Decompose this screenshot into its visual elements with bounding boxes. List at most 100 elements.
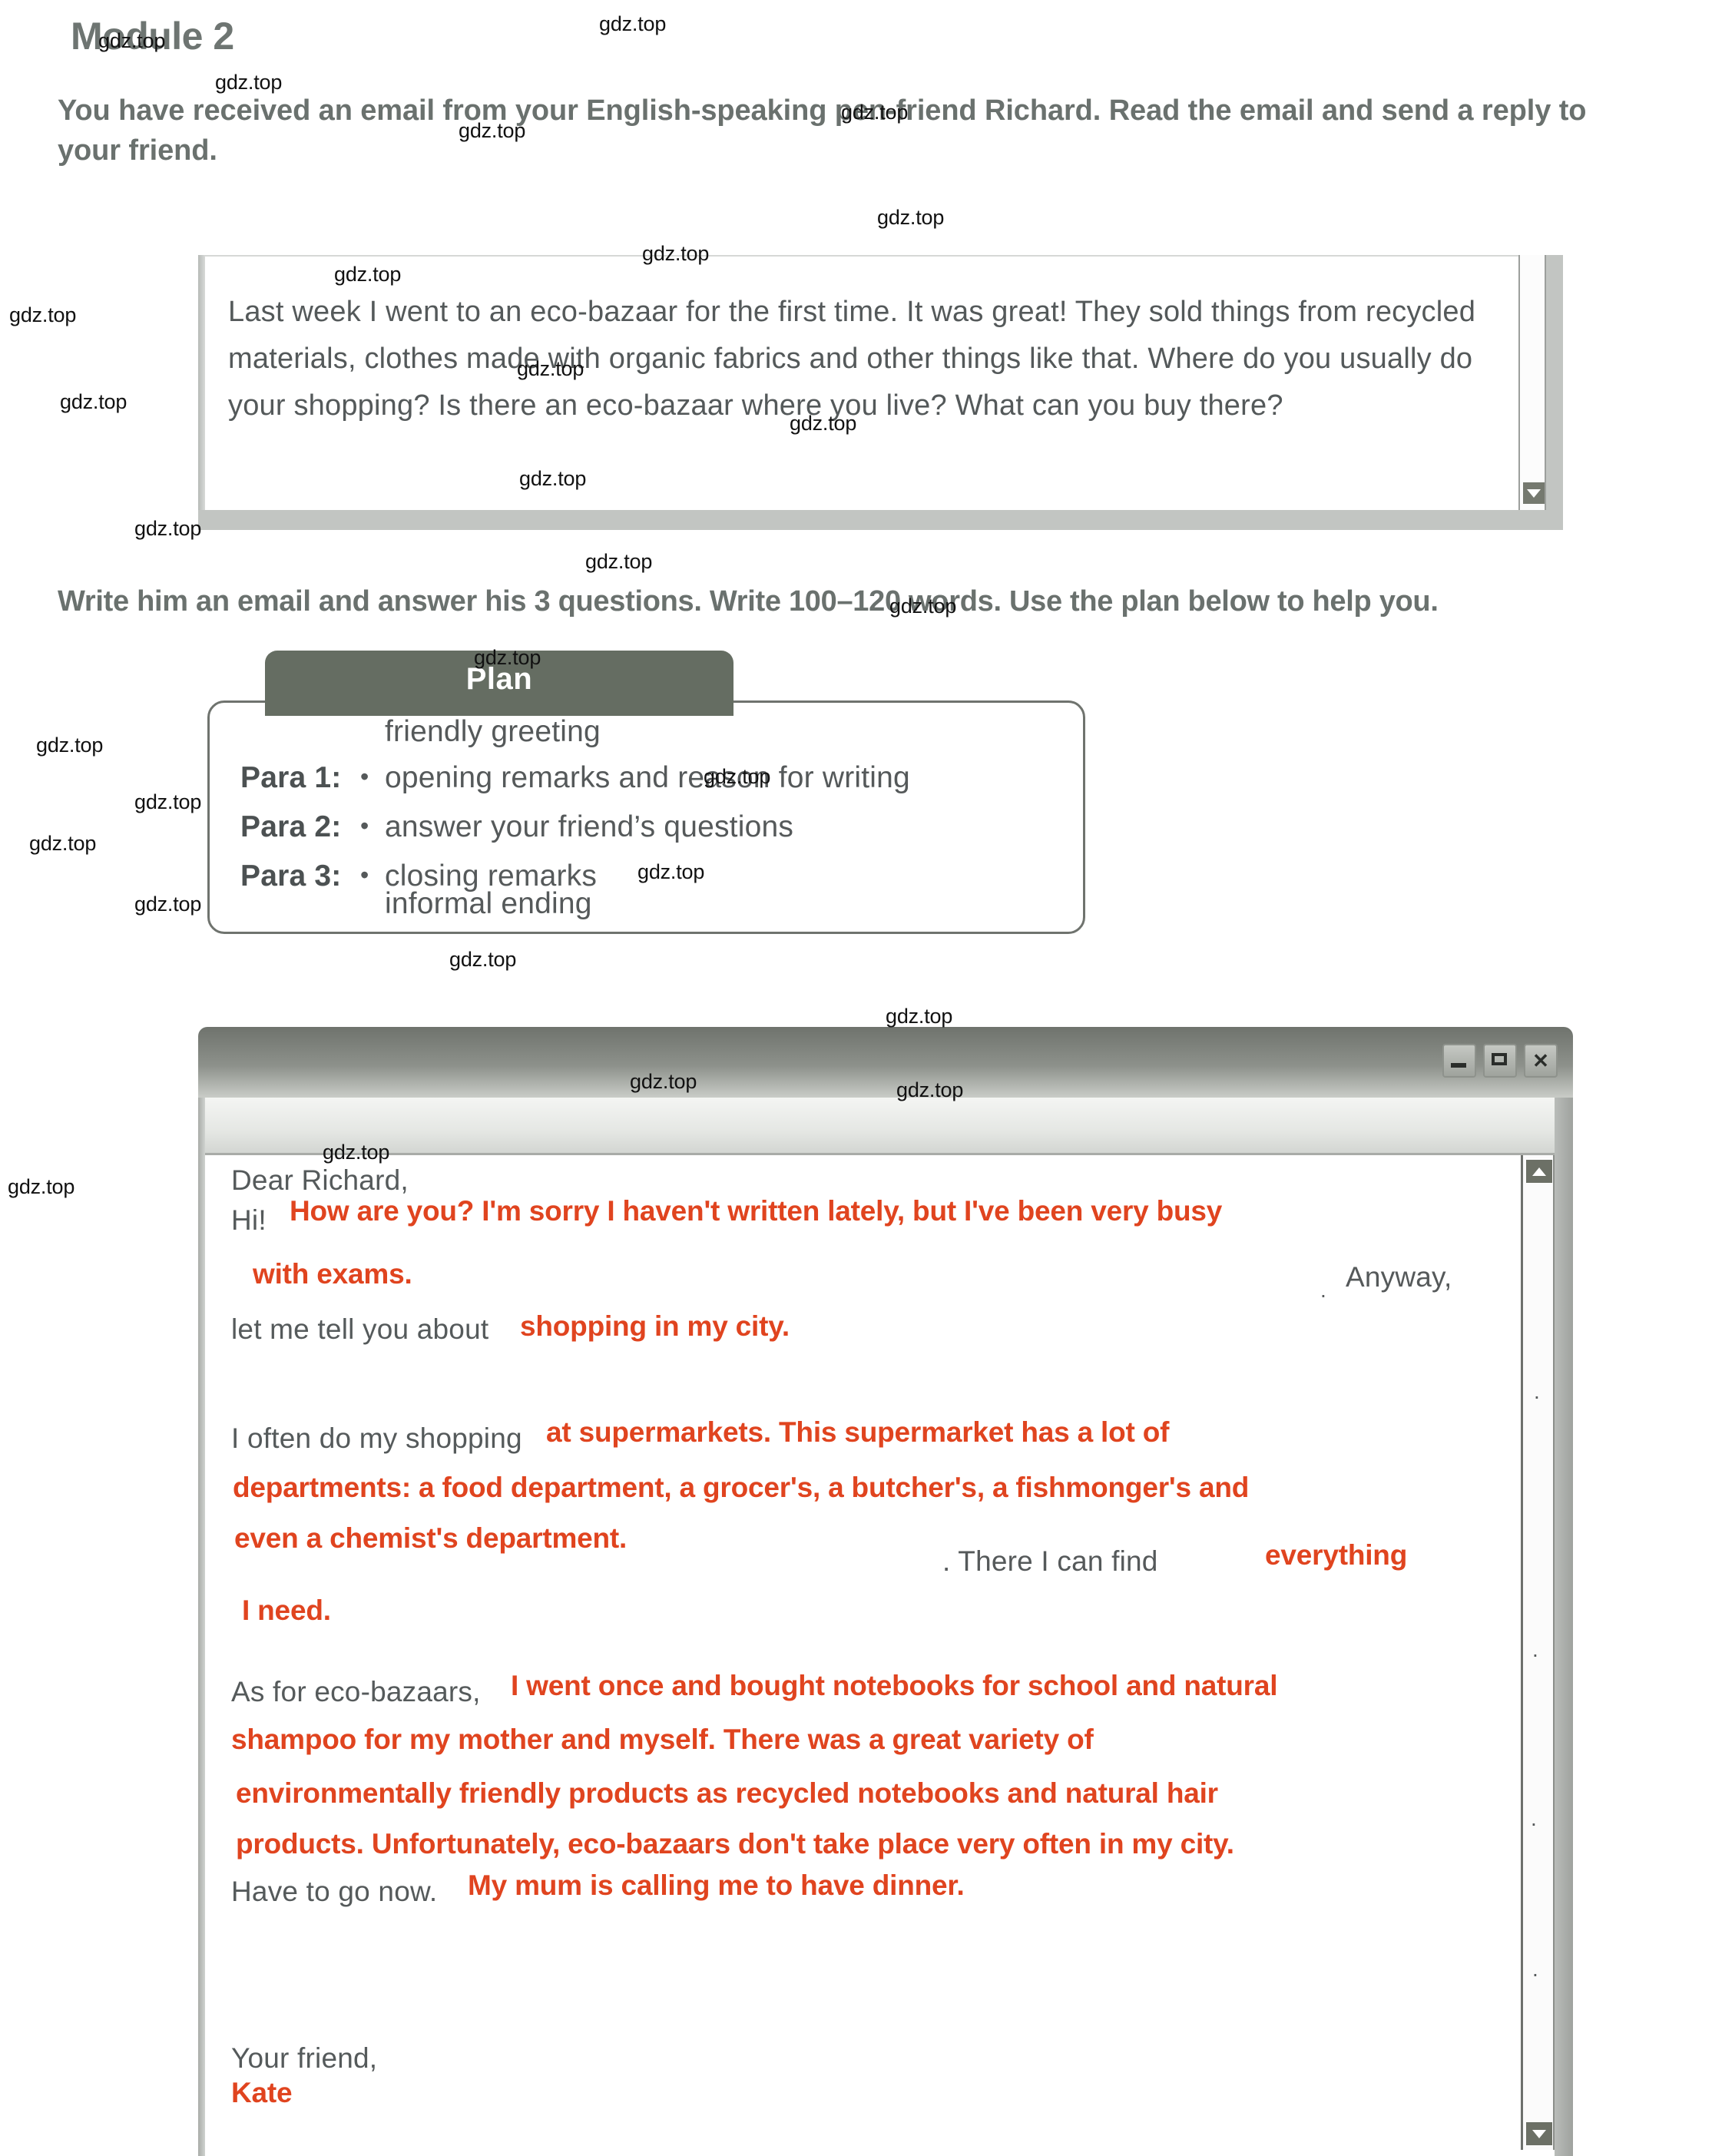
dotted-rule: ........................................… bbox=[231, 1512, 1522, 1518]
signature-text: Kate bbox=[231, 2077, 293, 2108]
greeting-prefix-text: Hi! bbox=[231, 1204, 267, 1236]
watermark: gdz.top bbox=[8, 1175, 75, 1198]
dotted-rule: ........................................… bbox=[538, 1462, 1522, 1469]
watermark: gdz.top bbox=[599, 12, 667, 35]
dotted-rule: ........................................… bbox=[231, 1246, 1522, 1252]
triangle-down-icon bbox=[1527, 488, 1541, 498]
letter-prompt-2: let me tell you about bbox=[231, 1313, 1522, 1360]
watermark: gdz.top bbox=[449, 948, 517, 971]
answer-text-5d: products. Unfortunately, eco-bazaars don… bbox=[236, 1828, 1234, 1860]
dotted-rule: .................................. bbox=[231, 2121, 469, 2128]
triangle-down-icon bbox=[1532, 2129, 1546, 2138]
watermark: gdz.top bbox=[585, 550, 653, 573]
plan-row-text: opening remarks and reason for writing bbox=[385, 761, 910, 794]
write-instruction-text: Write him an email and answer his 3 ques… bbox=[58, 585, 1439, 618]
plan-row-bullet: • bbox=[360, 812, 369, 840]
watermark: gdz.top bbox=[36, 734, 104, 757]
watermark: gdz.top bbox=[9, 303, 77, 326]
close-icon: ✕ bbox=[1532, 1049, 1549, 1072]
minimize-button[interactable] bbox=[1442, 1044, 1476, 1078]
watermark: gdz.top bbox=[517, 357, 584, 380]
letter-closing: Your friend, bbox=[231, 2042, 1522, 2088]
plan-row-label: Para 1: bbox=[240, 761, 342, 794]
watermark: gdz.top bbox=[896, 1078, 964, 1101]
plan-row-text: friendly greeting bbox=[385, 715, 601, 748]
plan-row-text: answer your friend’s questions bbox=[385, 810, 794, 843]
window-frame-left bbox=[198, 1098, 205, 2156]
dotted-rule: ........................................… bbox=[505, 1716, 1518, 1722]
close-button[interactable]: ✕ bbox=[1524, 1044, 1558, 1078]
plan-row-text: informal ending bbox=[385, 887, 592, 920]
received-email-scrollbar[interactable] bbox=[1518, 255, 1546, 510]
window-titlebar: ✕ bbox=[198, 1027, 1573, 1098]
reply-email-window: ✕ Dear Richard, Hi! How are you? I'm sor… bbox=[198, 1027, 1573, 2156]
salutation-text: Dear Richard, bbox=[231, 1164, 409, 1196]
plan-row-label: Para 2: bbox=[240, 810, 342, 843]
reply-email-body[interactable]: Dear Richard, Hi! How are you? I'm sorry… bbox=[205, 1155, 1555, 2156]
scroll-down-button[interactable] bbox=[1523, 482, 1545, 504]
watermark: gdz.top bbox=[704, 765, 771, 788]
window-controls: ✕ bbox=[1442, 1044, 1558, 1078]
watermark: gdz.top bbox=[60, 390, 127, 413]
answer-text-3b: departments: a food department, a grocer… bbox=[233, 1472, 1250, 1503]
answer-text-1b: with exams. bbox=[253, 1258, 412, 1290]
received-email-body: Last week I went to an eco-bazaar for th… bbox=[228, 296, 1476, 422]
period-mark: . bbox=[1320, 1278, 1326, 1302]
window-frame-left bbox=[198, 255, 205, 530]
scroll-up-button[interactable] bbox=[1526, 1160, 1552, 1183]
answer-text-6: My mum is calling me to have dinner. bbox=[468, 1870, 965, 1901]
scroll-down-button[interactable] bbox=[1526, 2122, 1552, 2145]
watermark: gdz.top bbox=[630, 1070, 697, 1093]
maximize-button[interactable] bbox=[1483, 1044, 1517, 1078]
watermark: gdz.top bbox=[98, 29, 166, 52]
watermark: gdz.top bbox=[323, 1141, 390, 1164]
answer-text-4b: I need. bbox=[242, 1595, 331, 1626]
answer-text-5b: shampoo for my mother and myself. There … bbox=[231, 1724, 1094, 1755]
plan-row: Para 2: • answer your friend’s questions bbox=[210, 810, 1083, 858]
dotted-rule: ........................................… bbox=[231, 1395, 1498, 1401]
dotted-rule: ........................................… bbox=[231, 1653, 1498, 1659]
answer-text-3a: at supermarkets. This supermarket has a … bbox=[546, 1416, 1170, 1448]
plan-box: friendly greeting Para 1: • opening rema… bbox=[207, 700, 1085, 934]
answer-text-5a: I went once and bought notebooks for sch… bbox=[511, 1670, 1278, 1701]
triangle-up-icon bbox=[1532, 1167, 1546, 1176]
watermark: gdz.top bbox=[134, 517, 202, 540]
watermark: gdz.top bbox=[334, 263, 402, 286]
dotted-rule: ........................................… bbox=[231, 1613, 949, 1619]
dotted-rule: ........................................… bbox=[460, 1916, 1520, 1922]
plan-row-bullet: • bbox=[360, 763, 369, 790]
watermark: gdz.top bbox=[886, 1005, 953, 1028]
answer-text-5c: environmentally friendly products as rec… bbox=[236, 1777, 1218, 1809]
prompt-6-text: Have to go now. bbox=[231, 1876, 438, 1907]
prompt-5-text: As for eco-bazaars, bbox=[231, 1676, 481, 1707]
window-toolbar[interactable] bbox=[205, 1098, 1555, 1155]
dotted-rule: ........................................… bbox=[231, 1972, 1498, 1979]
watermark: gdz.top bbox=[642, 242, 710, 265]
anyway-text: Anyway, bbox=[1346, 1261, 1452, 1293]
watermark: gdz.top bbox=[134, 790, 202, 813]
plan-row: Para 1: • opening remarks and reason for… bbox=[210, 761, 1083, 809]
prompt-3-text: I often do my shopping bbox=[231, 1422, 522, 1454]
plan-row-bullet: • bbox=[360, 861, 369, 889]
window-frame-right bbox=[1555, 1098, 1573, 2156]
dotted-rule: ........................................… bbox=[231, 1820, 1497, 1826]
watermark: gdz.top bbox=[474, 646, 541, 669]
watermark: gdz.top bbox=[889, 594, 957, 618]
dotted-rule: ........................................… bbox=[512, 1353, 1522, 1360]
maximize-icon bbox=[1492, 1053, 1507, 1065]
watermark: gdz.top bbox=[637, 860, 705, 883]
watermark: gdz.top bbox=[215, 71, 283, 94]
answer-text-3c: even a chemist's department. bbox=[234, 1522, 628, 1554]
watermark: gdz.top bbox=[841, 101, 909, 124]
prompt-2-text: let me tell you about bbox=[231, 1313, 489, 1345]
window-frame-right bbox=[1546, 255, 1563, 530]
watermark: gdz.top bbox=[790, 412, 857, 435]
period-mark: . bbox=[1532, 1638, 1538, 1661]
period-mark: . bbox=[1531, 1807, 1537, 1830]
watermark: gdz.top bbox=[134, 893, 202, 916]
window-frame-bottom bbox=[198, 510, 1563, 530]
closing-text: Your friend, bbox=[231, 2042, 378, 2074]
dotted-rule: ...................................... bbox=[1259, 1613, 1520, 1619]
received-email-paper: Last week I went to an eco-bazaar for th… bbox=[205, 255, 1546, 510]
received-email-window: Last week I went to an eco-bazaar for th… bbox=[198, 255, 1563, 530]
